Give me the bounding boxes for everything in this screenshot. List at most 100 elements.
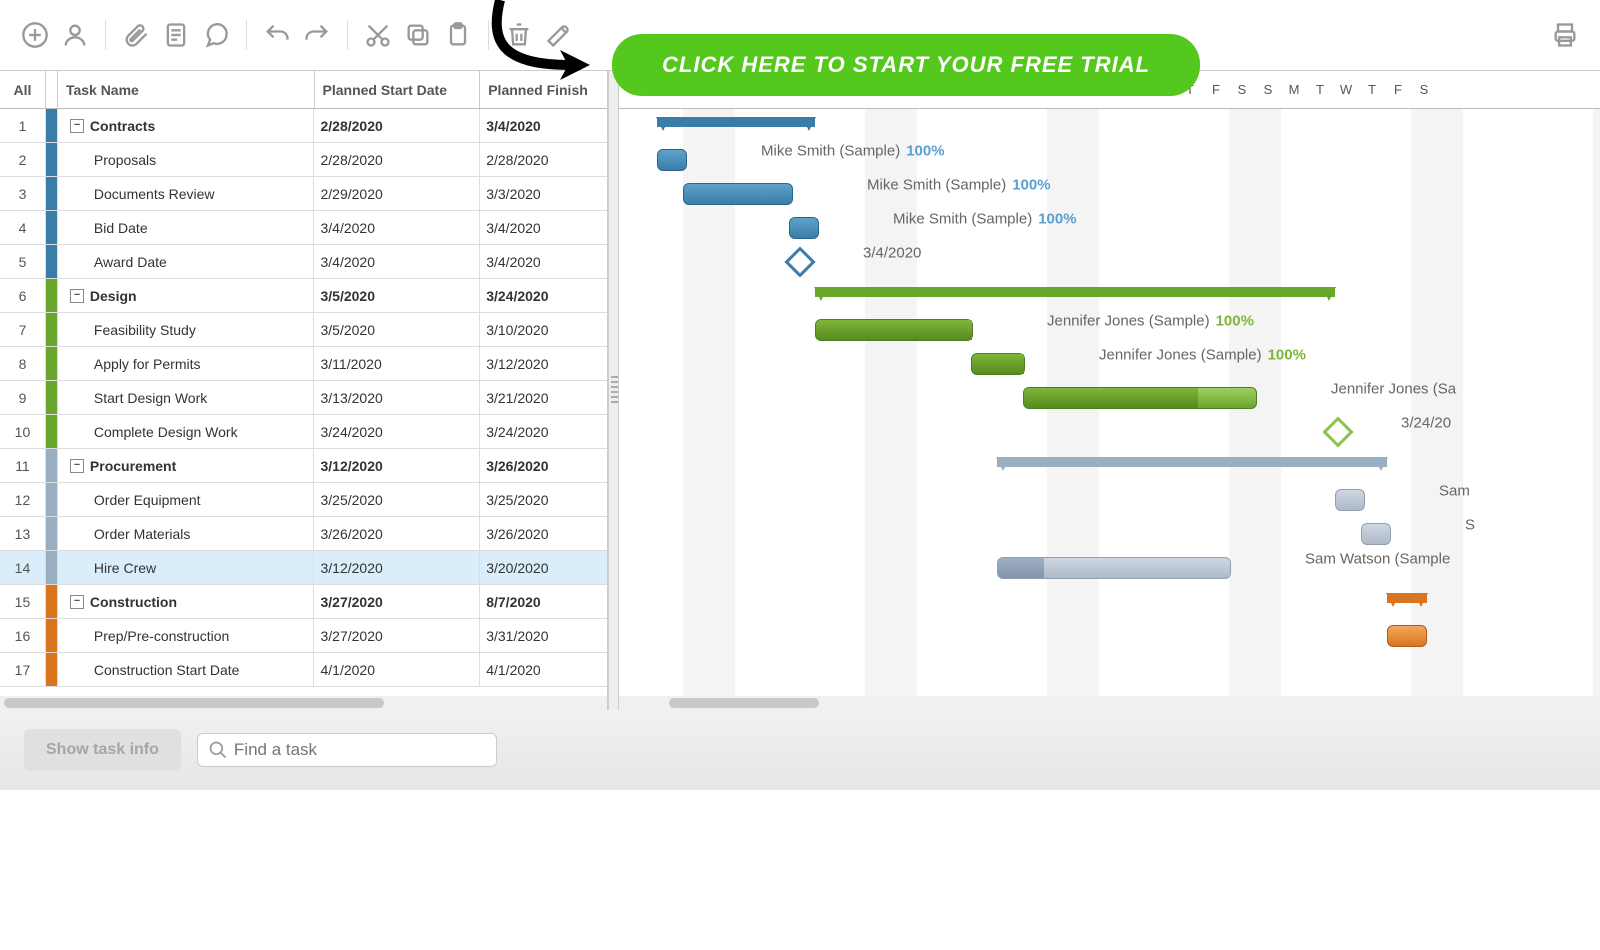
print-icon[interactable] — [1550, 20, 1580, 50]
grid-horizontal-scrollbar[interactable] — [0, 696, 607, 710]
table-row[interactable]: 12Order Equipment3/25/20203/25/2020 — [0, 483, 607, 517]
planned-finish-cell[interactable]: 3/21/2020 — [480, 381, 607, 414]
free-trial-cta-button[interactable]: CLICK HERE TO START YOUR FREE TRIAL — [612, 34, 1200, 96]
row-number[interactable]: 10 — [0, 415, 46, 448]
gantt-milestone[interactable] — [1322, 416, 1353, 447]
row-number[interactable]: 1 — [0, 109, 46, 142]
gantt-group-bar[interactable] — [657, 117, 815, 127]
table-row[interactable]: 2Proposals2/28/20202/28/2020 — [0, 143, 607, 177]
planned-finish-cell[interactable]: 3/24/2020 — [480, 415, 607, 448]
table-row[interactable]: 5Award Date3/4/20203/4/2020 — [0, 245, 607, 279]
planned-finish-cell[interactable]: 8/7/2020 — [480, 585, 607, 618]
row-number[interactable]: 11 — [0, 449, 46, 482]
table-row[interactable]: 1−Contracts2/28/20203/4/2020 — [0, 109, 607, 143]
note-icon[interactable] — [161, 20, 191, 50]
gantt-group-bar[interactable] — [997, 457, 1387, 467]
scrollbar-thumb[interactable] — [4, 698, 384, 708]
planned-finish-cell[interactable]: 2/28/2020 — [480, 143, 607, 176]
row-number[interactable]: 15 — [0, 585, 46, 618]
gantt-task-bar[interactable] — [815, 319, 973, 341]
row-number[interactable]: 16 — [0, 619, 46, 652]
add-icon[interactable] — [20, 20, 50, 50]
gantt-milestone[interactable] — [784, 246, 815, 277]
row-number[interactable]: 9 — [0, 381, 46, 414]
planned-start-cell[interactable]: 3/4/2020 — [314, 245, 480, 278]
planned-finish-cell[interactable]: 3/12/2020 — [480, 347, 607, 380]
planned-start-cell[interactable]: 2/28/2020 — [314, 109, 480, 142]
task-name-cell[interactable]: Start Design Work — [58, 381, 315, 414]
planned-start-cell[interactable]: 4/1/2020 — [314, 653, 480, 686]
planned-finish-cell[interactable]: 3/20/2020 — [480, 551, 607, 584]
gantt-horizontal-scrollbar[interactable] — [619, 696, 1600, 710]
row-number[interactable]: 6 — [0, 279, 46, 312]
gantt-task-bar[interactable] — [997, 557, 1231, 579]
row-number[interactable]: 2 — [0, 143, 46, 176]
paste-icon[interactable] — [443, 20, 473, 50]
task-name-cell[interactable]: Award Date — [58, 245, 315, 278]
task-name-cell[interactable]: −Procurement — [58, 449, 315, 482]
planned-finish-cell[interactable]: 3/26/2020 — [480, 449, 607, 482]
planned-start-cell[interactable]: 3/11/2020 — [314, 347, 480, 380]
scrollbar-thumb[interactable] — [669, 698, 819, 708]
planned-start-cell[interactable]: 2/29/2020 — [314, 177, 480, 210]
planned-finish-cell[interactable]: 3/31/2020 — [480, 619, 607, 652]
gantt-task-bar[interactable] — [971, 353, 1025, 375]
task-name-cell[interactable]: Construction Start Date — [58, 653, 315, 686]
table-row[interactable]: 7 Feasibility Study3/5/20203/10/2020 — [0, 313, 607, 347]
planned-start-cell[interactable]: 3/5/2020 — [314, 313, 480, 346]
table-row[interactable]: 17Construction Start Date4/1/20204/1/202… — [0, 653, 607, 687]
gantt-task-bar[interactable] — [789, 217, 819, 239]
table-row[interactable]: 15−Construction3/27/20208/7/2020 — [0, 585, 607, 619]
planned-start-cell[interactable]: 2/28/2020 — [314, 143, 480, 176]
row-number[interactable]: 12 — [0, 483, 46, 516]
task-name-cell[interactable]: Proposals — [58, 143, 315, 176]
task-name-cell[interactable]: Apply for Permits — [58, 347, 315, 380]
attach-icon[interactable] — [121, 20, 151, 50]
task-name-cell[interactable]: Order Materials — [58, 517, 315, 550]
table-row[interactable]: 11−Procurement3/12/20203/26/2020 — [0, 449, 607, 483]
row-number[interactable]: 7 — [0, 313, 46, 346]
table-row[interactable]: 13Order Materials3/26/20203/26/2020 — [0, 517, 607, 551]
collapse-toggle[interactable]: − — [70, 595, 84, 609]
row-number[interactable]: 14 — [0, 551, 46, 584]
row-number[interactable]: 17 — [0, 653, 46, 686]
table-row[interactable]: 10Complete Design Work3/24/20203/24/2020 — [0, 415, 607, 449]
show-task-info-button[interactable]: Show task info — [24, 729, 181, 771]
planned-finish-cell[interactable]: 3/3/2020 — [480, 177, 607, 210]
row-number[interactable]: 8 — [0, 347, 46, 380]
planned-finish-cell[interactable]: 3/10/2020 — [480, 313, 607, 346]
table-row[interactable]: 14 Hire Crew3/12/20203/20/2020 — [0, 551, 607, 585]
undo-icon[interactable] — [262, 20, 292, 50]
task-name-cell[interactable]: Complete Design Work — [58, 415, 315, 448]
table-row[interactable]: 4Bid Date3/4/20203/4/2020 — [0, 211, 607, 245]
planned-finish-cell[interactable]: 3/4/2020 — [480, 245, 607, 278]
table-row[interactable]: 9Start Design Work3/13/20203/21/2020 — [0, 381, 607, 415]
task-name-cell[interactable]: Feasibility Study — [58, 313, 315, 346]
planned-start-cell[interactable]: 3/12/2020 — [314, 551, 480, 584]
task-name-cell[interactable]: Hire Crew — [58, 551, 315, 584]
gantt-task-bar[interactable] — [1361, 523, 1391, 545]
gantt-task-bar[interactable] — [657, 149, 687, 171]
gantt-group-bar[interactable] — [1387, 593, 1427, 603]
find-task-field[interactable] — [197, 733, 497, 767]
row-number[interactable]: 5 — [0, 245, 46, 278]
comment-icon[interactable] — [201, 20, 231, 50]
row-number[interactable]: 3 — [0, 177, 46, 210]
table-row[interactable]: 8 Apply for Permits3/11/20203/12/2020 — [0, 347, 607, 381]
table-row[interactable]: 3 Documents Review2/29/20203/3/2020 — [0, 177, 607, 211]
gantt-task-bar[interactable] — [683, 183, 793, 205]
collapse-toggle[interactable]: − — [70, 289, 84, 303]
gantt-task-bar[interactable] — [1335, 489, 1365, 511]
header-all[interactable]: All — [0, 71, 46, 108]
splitter[interactable] — [608, 71, 619, 710]
row-number[interactable]: 13 — [0, 517, 46, 550]
user-icon[interactable] — [60, 20, 90, 50]
planned-start-cell[interactable]: 3/4/2020 — [314, 211, 480, 244]
gantt-task-bar[interactable] — [1023, 387, 1257, 409]
task-name-cell[interactable]: Documents Review — [58, 177, 315, 210]
table-row[interactable]: 6−Design3/5/20203/24/2020 — [0, 279, 607, 313]
planned-finish-cell[interactable]: 3/4/2020 — [480, 109, 607, 142]
planned-finish-cell[interactable]: 4/1/2020 — [480, 653, 607, 686]
task-name-cell[interactable]: −Construction — [58, 585, 315, 618]
row-number[interactable]: 4 — [0, 211, 46, 244]
